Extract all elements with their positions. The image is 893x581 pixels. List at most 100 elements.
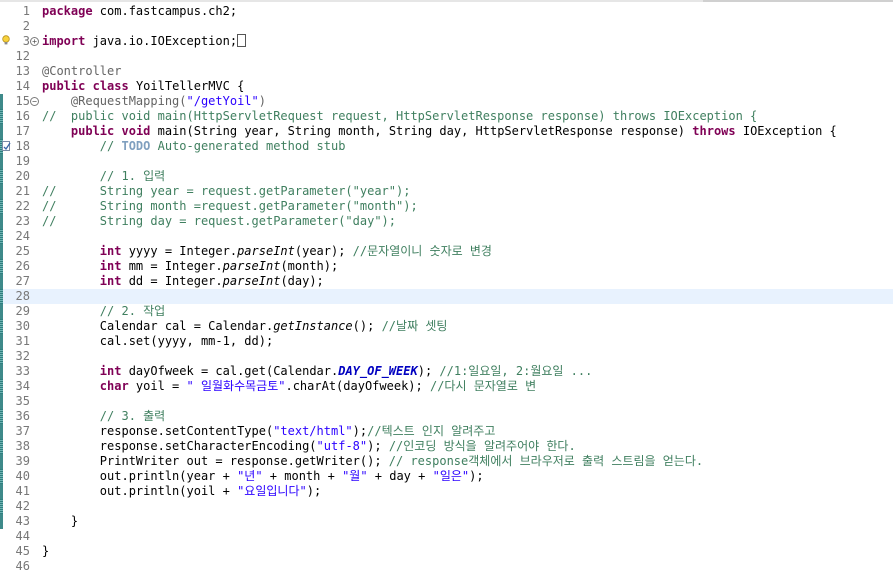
- code-token: }: [42, 544, 50, 558]
- code-token: "요일입니다": [237, 484, 307, 498]
- code-line[interactable]: 44: [0, 529, 893, 544]
- code-line[interactable]: 16 // public void main(HttpServletRequest…: [0, 109, 893, 124]
- code-line[interactable]: 24: [0, 229, 893, 244]
- code-text[interactable]: response.setCharacterEncoding("utf-8"); …: [42, 439, 576, 454]
- code-text[interactable]: int yyyy = Integer.parseInt(year); //문자열…: [42, 244, 492, 259]
- code-line[interactable]: 3 + import java.io.IOException;: [0, 34, 893, 49]
- code-line[interactable]: 41 out.println(yoil + "요일입니다");: [0, 484, 893, 499]
- code-text[interactable]: out.println(yoil + "요일입니다");: [42, 484, 321, 499]
- line-number: 41: [15, 484, 30, 498]
- code-line[interactable]: 1 package com.fastcampus.ch2;: [0, 4, 893, 19]
- code-line[interactable]: 19: [0, 154, 893, 169]
- code-token: parseInt: [237, 244, 295, 258]
- code-token: dd = Integer.: [121, 274, 223, 288]
- code-line[interactable]: 23 // String day = request.getParameter("…: [0, 214, 893, 229]
- code-line[interactable]: 18 // TODO Auto-generated method stub: [0, 139, 893, 154]
- code-token: Auto-generated method stub: [150, 139, 346, 153]
- code-text[interactable]: // 1. 입력: [42, 169, 165, 184]
- code-text[interactable]: int mm = Integer.parseInt(month);: [42, 259, 338, 274]
- code-text[interactable]: // String year = request.getParameter("y…: [42, 184, 410, 199]
- code-token: response.setContentType(: [42, 424, 274, 438]
- code-line[interactable]: 21 // String year = request.getParameter(…: [0, 184, 893, 199]
- code-line[interactable]: 17 public void main(String year, String …: [0, 124, 893, 139]
- code-token: // String month =request.getParameter("m…: [42, 199, 418, 213]
- code-token: );: [469, 469, 484, 483]
- code-token: YoilTellerMVC {: [128, 79, 245, 93]
- code-text[interactable]: out.println(year + "년" + month + "월" + d…: [42, 469, 484, 484]
- code-text[interactable]: // TODO Auto-generated method stub: [42, 139, 346, 154]
- code-token: //다시 문자열로 변: [429, 379, 537, 393]
- code-line[interactable]: 28: [0, 289, 893, 304]
- code-token: parseInt: [222, 274, 281, 288]
- code-line[interactable]: 37 response.setContentType("text/html");…: [0, 424, 893, 439]
- code-text[interactable]: // public void main(HttpServletRequest r…: [42, 109, 757, 124]
- code-line[interactable]: 20 // 1. 입력: [0, 169, 893, 184]
- code-line[interactable]: 38 response.setCharacterEncoding("utf-8"…: [0, 439, 893, 454]
- code-line[interactable]: 35: [0, 394, 893, 409]
- code-line[interactable]: 42: [0, 499, 893, 514]
- code-line[interactable]: 27 int dd = Integer.parseInt(day);: [0, 274, 893, 289]
- fold-expand-icon[interactable]: +: [30, 37, 39, 46]
- code-line[interactable]: 45}: [0, 544, 893, 559]
- code-text[interactable]: cal.set(yyyy, mm-1, dd);: [42, 334, 273, 349]
- code-line[interactable]: 43 }: [0, 514, 893, 529]
- code-line[interactable]: 46: [0, 559, 893, 574]
- code-text[interactable]: public class YoilTellerMVC {: [42, 79, 244, 94]
- code-token: int: [99, 364, 122, 378]
- line-number: 20: [15, 169, 30, 183]
- code-token: //텍스트 인지 알려주고: [367, 424, 496, 438]
- code-token: main(String year, String month, String d…: [150, 124, 693, 138]
- fold-collapse-icon[interactable]: −: [30, 97, 39, 106]
- code-text[interactable]: package com.fastcampus.ch2;: [42, 4, 237, 19]
- code-line[interactable]: 32: [0, 349, 893, 364]
- code-token: public: [70, 124, 115, 138]
- code-text[interactable]: int dayOfweek = cal.get(Calendar.DAY_OF_…: [42, 364, 593, 379]
- code-token: // String day = request.getParameter("da…: [42, 214, 397, 228]
- code-line[interactable]: 2: [0, 19, 893, 34]
- code-text[interactable]: @RequestMapping("/getYoil"): [42, 94, 266, 109]
- code-token: cal.set(yyyy, mm-1, dd);: [42, 334, 274, 348]
- code-token: "text/html": [273, 424, 353, 438]
- line-number: 13: [15, 64, 30, 78]
- code-line[interactable]: 26 int mm = Integer.parseInt(month);: [0, 259, 893, 274]
- line-number: 45: [15, 544, 30, 558]
- code-text[interactable]: @Controller: [42, 64, 121, 79]
- code-line[interactable]: 15− @RequestMapping("/getYoil"): [0, 94, 893, 109]
- code-text[interactable]: response.setContentType("text/html");//텍…: [42, 424, 496, 439]
- code-text[interactable]: char yoil = " 일월화수목금토".charAt(dayOfweek)…: [42, 379, 536, 394]
- collapsed-imports-box[interactable]: [237, 34, 247, 47]
- code-line[interactable]: 14 public class YoilTellerMVC {: [0, 79, 893, 94]
- code-text[interactable]: int dd = Integer.parseInt(day);: [42, 274, 324, 289]
- code-line[interactable]: 13 @Controller: [0, 64, 893, 79]
- code-line[interactable]: 12: [0, 49, 893, 64]
- code-text[interactable]: // 2. 작업: [42, 304, 165, 319]
- code-text[interactable]: // String month =request.getParameter("m…: [42, 199, 418, 214]
- code-line[interactable]: 34 char yoil = " 일월화수목금토".charAt(dayOfwe…: [0, 379, 893, 394]
- code-text[interactable]: public void main(String year, String mon…: [42, 124, 837, 139]
- line-number: 44: [15, 529, 30, 543]
- code-line[interactable]: 33 int dayOfweek = cal.get(Calendar.DAY_…: [0, 364, 893, 379]
- code-editor[interactable]: 1 package com.fastcampus.ch2; 2 3 + import ja…: [0, 0, 893, 581]
- code-line[interactable]: 40 out.println(year + "년" + month + "월" …: [0, 469, 893, 484]
- code-text[interactable]: // 3. 출력: [42, 409, 165, 424]
- code-text[interactable]: }: [42, 544, 49, 559]
- code-line[interactable]: 29 // 2. 작업: [0, 304, 893, 319]
- code-line[interactable]: 25 int yyyy = Integer.parseInt(year); //…: [0, 244, 893, 259]
- code-line[interactable]: 36 // 3. 출력: [0, 409, 893, 424]
- code-text[interactable]: PrintWriter out = response.getWriter(); …: [42, 454, 703, 469]
- code-text[interactable]: import java.io.IOException;: [42, 34, 247, 49]
- code-text[interactable]: // String day = request.getParameter("da…: [42, 214, 396, 229]
- line-number: 18: [15, 139, 30, 153]
- code-text[interactable]: Calendar cal = Calendar.getInstance(); /…: [42, 319, 448, 334]
- code-text[interactable]: }: [42, 514, 78, 529]
- code-line[interactable]: 31 cal.set(yyyy, mm-1, dd);: [0, 334, 893, 349]
- line-number: 43: [15, 514, 30, 528]
- code-line[interactable]: 30 Calendar cal = Calendar.getInstance()…: [0, 319, 893, 334]
- code-line[interactable]: 39 PrintWriter out = response.getWriter(…: [0, 454, 893, 469]
- code-line[interactable]: 22 // String month =request.getParameter(…: [0, 199, 893, 214]
